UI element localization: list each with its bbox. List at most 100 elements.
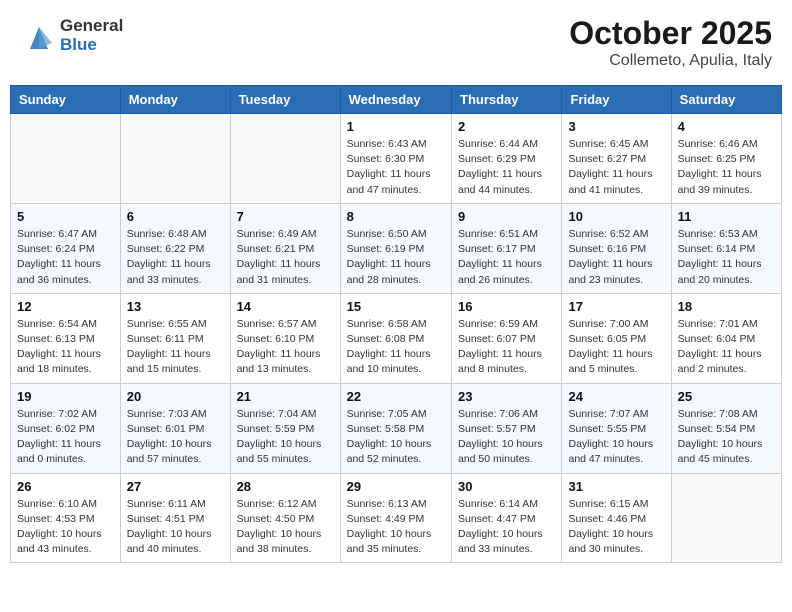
calendar-cell: 19Sunrise: 7:02 AM Sunset: 6:02 PM Dayli…	[11, 383, 121, 473]
day-number: 15	[347, 299, 445, 314]
day-number: 9	[458, 209, 555, 224]
calendar-cell: 5 Sunrise: 6:47 AM Sunset: 6:24 PM Daylig…	[11, 203, 121, 293]
calendar-cell: 14Sunrise: 6:57 AM Sunset: 6:10 PM Dayli…	[230, 293, 340, 383]
day-info: Sunrise: 6:50 AM Sunset: 6:19 PM Dayligh…	[347, 227, 445, 288]
calendar-cell: 10 Sunrise: 6:52 AM Sunset: 6:16 PM Dayli…	[562, 203, 671, 293]
day-info: Sunrise: 6:13 AM Sunset: 4:49 PM Dayligh…	[347, 497, 445, 558]
calendar-cell: 4 Sunrise: 6:46 AM Sunset: 6:25 PM Daylig…	[671, 114, 781, 204]
day-number: 13	[127, 299, 224, 314]
day-number: 8	[347, 209, 445, 224]
logo: General Blue	[20, 15, 123, 57]
calendar-cell: 31 Sunrise: 6:15 AM Sunset: 4:46 PM Dayli…	[562, 473, 671, 563]
calendar-cell: 20 Sunrise: 7:03 AM Sunset: 6:01 PM Dayli…	[120, 383, 230, 473]
calendar-cell	[11, 114, 121, 204]
day-info: Sunrise: 6:15 AM Sunset: 4:46 PM Dayligh…	[568, 497, 664, 558]
calendar-week-3: 12Sunrise: 6:54 AM Sunset: 6:13 PM Dayli…	[11, 293, 782, 383]
calendar-cell: 27Sunrise: 6:11 AM Sunset: 4:51 PM Dayli…	[120, 473, 230, 563]
day-number: 31	[568, 479, 664, 494]
calendar-cell: 13 Sunrise: 6:55 AM Sunset: 6:11 PM Dayli…	[120, 293, 230, 383]
day-number: 22	[347, 389, 445, 404]
day-info: Sunrise: 6:10 AM Sunset: 4:53 PM Dayligh…	[17, 497, 114, 558]
day-number: 20	[127, 389, 224, 404]
calendar-cell: 15 Sunrise: 6:58 AM Sunset: 6:08 PM Dayli…	[340, 293, 451, 383]
calendar-cell: 8 Sunrise: 6:50 AM Sunset: 6:19 PM Daylig…	[340, 203, 451, 293]
calendar-cell: 1 Sunrise: 6:43 AM Sunset: 6:30 PM Daylig…	[340, 114, 451, 204]
day-info: Sunrise: 7:01 AM Sunset: 6:04 PM Dayligh…	[678, 317, 775, 378]
day-info: Sunrise: 6:52 AM Sunset: 6:16 PM Dayligh…	[568, 227, 664, 288]
calendar-cell	[120, 114, 230, 204]
day-info: Sunrise: 6:55 AM Sunset: 6:11 PM Dayligh…	[127, 317, 224, 378]
calendar-cell: 17 Sunrise: 7:00 AM Sunset: 6:05 PM Dayli…	[562, 293, 671, 383]
day-number: 24	[568, 389, 664, 404]
day-info: Sunrise: 6:59 AM Sunset: 6:07 PM Dayligh…	[458, 317, 555, 378]
calendar-week-2: 5 Sunrise: 6:47 AM Sunset: 6:24 PM Daylig…	[11, 203, 782, 293]
calendar-cell: 23 Sunrise: 7:06 AM Sunset: 5:57 PM Dayli…	[452, 383, 562, 473]
calendar-week-5: 26 Sunrise: 6:10 AM Sunset: 4:53 PM Dayli…	[11, 473, 782, 563]
day-info: Sunrise: 6:46 AM Sunset: 6:25 PM Dayligh…	[678, 137, 775, 198]
calendar-cell: 30 Sunrise: 6:14 AM Sunset: 4:47 PM Dayli…	[452, 473, 562, 563]
title-section: October 2025 Collemeto, Apulia, Italy	[569, 15, 772, 70]
day-info: Sunrise: 6:14 AM Sunset: 4:47 PM Dayligh…	[458, 497, 555, 558]
day-number: 27	[127, 479, 224, 494]
day-info: Sunrise: 6:43 AM Sunset: 6:30 PM Dayligh…	[347, 137, 445, 198]
calendar-cell: 16 Sunrise: 6:59 AM Sunset: 6:07 PM Dayli…	[452, 293, 562, 383]
logo-general: General	[60, 17, 123, 36]
day-number: 25	[678, 389, 775, 404]
calendar-week-1: 1 Sunrise: 6:43 AM Sunset: 6:30 PM Daylig…	[11, 114, 782, 204]
weekday-header-saturday: Saturday	[671, 86, 781, 114]
day-number: 14	[237, 299, 334, 314]
page-header: General Blue October 2025 Collemeto, Apu…	[10, 10, 782, 75]
day-number: 4	[678, 119, 775, 134]
day-info: Sunrise: 6:44 AM Sunset: 6:29 PM Dayligh…	[458, 137, 555, 198]
calendar-cell: 18 Sunrise: 7:01 AM Sunset: 6:04 PM Dayli…	[671, 293, 781, 383]
calendar-cell: 21 Sunrise: 7:04 AM Sunset: 5:59 PM Dayli…	[230, 383, 340, 473]
day-info: Sunrise: 6:48 AM Sunset: 6:22 PM Dayligh…	[127, 227, 224, 288]
calendar-cell: 3 Sunrise: 6:45 AM Sunset: 6:27 PM Daylig…	[562, 114, 671, 204]
day-number: 10	[568, 209, 664, 224]
day-info: Sunrise: 6:12 AM Sunset: 4:50 PM Dayligh…	[237, 497, 334, 558]
weekday-header-wednesday: Wednesday	[340, 86, 451, 114]
calendar-cell	[230, 114, 340, 204]
weekday-header-sunday: Sunday	[11, 86, 121, 114]
day-number: 12	[17, 299, 114, 314]
day-info: Sunrise: 7:07 AM Sunset: 5:55 PM Dayligh…	[568, 407, 664, 468]
day-info: Sunrise: 6:58 AM Sunset: 6:08 PM Dayligh…	[347, 317, 445, 378]
day-number: 18	[678, 299, 775, 314]
day-info: Sunrise: 7:00 AM Sunset: 6:05 PM Dayligh…	[568, 317, 664, 378]
day-info: Sunrise: 6:47 AM Sunset: 6:24 PM Dayligh…	[17, 227, 114, 288]
day-info: Sunrise: 7:04 AM Sunset: 5:59 PM Dayligh…	[237, 407, 334, 468]
weekday-header-thursday: Thursday	[452, 86, 562, 114]
day-number: 30	[458, 479, 555, 494]
day-number: 7	[237, 209, 334, 224]
month-title: October 2025	[569, 15, 772, 52]
day-number: 2	[458, 119, 555, 134]
day-number: 23	[458, 389, 555, 404]
logo-name: General Blue	[60, 17, 123, 54]
day-info: Sunrise: 7:05 AM Sunset: 5:58 PM Dayligh…	[347, 407, 445, 468]
day-number: 11	[678, 209, 775, 224]
calendar-cell: 6Sunrise: 6:48 AM Sunset: 6:22 PM Daylig…	[120, 203, 230, 293]
day-info: Sunrise: 6:51 AM Sunset: 6:17 PM Dayligh…	[458, 227, 555, 288]
day-number: 29	[347, 479, 445, 494]
day-info: Sunrise: 6:53 AM Sunset: 6:14 PM Dayligh…	[678, 227, 775, 288]
day-number: 21	[237, 389, 334, 404]
day-info: Sunrise: 7:02 AM Sunset: 6:02 PM Dayligh…	[17, 407, 114, 468]
day-info: Sunrise: 7:06 AM Sunset: 5:57 PM Dayligh…	[458, 407, 555, 468]
day-number: 1	[347, 119, 445, 134]
day-info: Sunrise: 7:08 AM Sunset: 5:54 PM Dayligh…	[678, 407, 775, 468]
day-number: 17	[568, 299, 664, 314]
weekday-header-friday: Friday	[562, 86, 671, 114]
day-info: Sunrise: 7:03 AM Sunset: 6:01 PM Dayligh…	[127, 407, 224, 468]
day-number: 26	[17, 479, 114, 494]
day-info: Sunrise: 6:45 AM Sunset: 6:27 PM Dayligh…	[568, 137, 664, 198]
day-info: Sunrise: 6:49 AM Sunset: 6:21 PM Dayligh…	[237, 227, 334, 288]
calendar-cell: 25 Sunrise: 7:08 AM Sunset: 5:54 PM Dayli…	[671, 383, 781, 473]
day-number: 16	[458, 299, 555, 314]
calendar-cell: 9 Sunrise: 6:51 AM Sunset: 6:17 PM Daylig…	[452, 203, 562, 293]
calendar-cell: 22 Sunrise: 7:05 AM Sunset: 5:58 PM Dayli…	[340, 383, 451, 473]
calendar-header-row: SundayMondayTuesdayWednesdayThursdayFrid…	[11, 86, 782, 114]
weekday-header-monday: Monday	[120, 86, 230, 114]
calendar-cell	[671, 473, 781, 563]
day-number: 3	[568, 119, 664, 134]
day-number: 5	[17, 209, 114, 224]
